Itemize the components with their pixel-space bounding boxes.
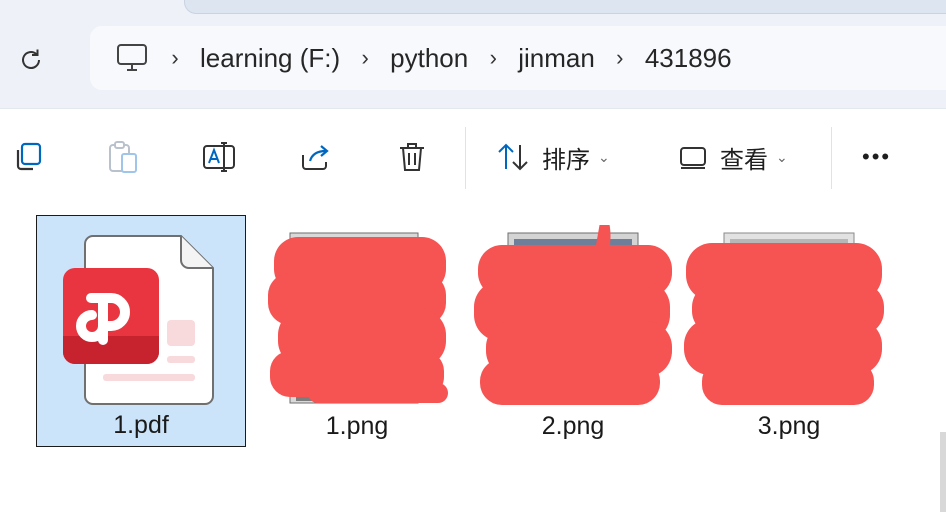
chevron-right-icon[interactable]: ›	[595, 45, 645, 71]
delete-button[interactable]	[396, 133, 428, 181]
image-thumbnail	[474, 225, 672, 405]
chevron-down-icon: ⌄	[598, 148, 610, 165]
chevron-right-icon[interactable]: ›	[150, 45, 200, 71]
file-name: 1.png	[325, 412, 389, 440]
partial-file-item	[940, 432, 946, 512]
file-name: 2.png	[541, 412, 605, 440]
file-name: 1.pdf	[113, 411, 169, 439]
file-item[interactable]: 2.png	[468, 215, 678, 447]
chevron-right-icon[interactable]: ›	[468, 45, 518, 71]
address-bar[interactable]: › learning (F:) › python › jinman › 4318…	[90, 26, 946, 90]
paste-icon	[109, 141, 137, 173]
copy-icon	[16, 142, 42, 171]
breadcrumb-jinman[interactable]: jinman	[518, 43, 595, 74]
pdf-file-icon	[63, 235, 214, 405]
file-item[interactable]: 1.pdf	[36, 215, 246, 447]
breadcrumb-431896[interactable]: 431896	[645, 43, 732, 74]
rename-button[interactable]	[202, 133, 238, 181]
sort-button[interactable]: 排序 ⌄	[496, 133, 610, 181]
more-icon: •••	[862, 144, 892, 169]
copy-button[interactable]	[12, 133, 44, 181]
sort-icon	[498, 143, 528, 171]
toolbar-divider	[831, 127, 832, 189]
chevron-right-icon[interactable]: ›	[340, 45, 390, 71]
more-options-button[interactable]: •••	[862, 133, 891, 181]
sort-label: 排序	[542, 146, 590, 174]
rename-icon	[203, 142, 235, 172]
image-thumbnail	[684, 232, 884, 405]
share-button[interactable]	[300, 133, 334, 181]
file-name: 3.png	[757, 412, 821, 440]
breadcrumb-python[interactable]: python	[390, 43, 468, 74]
view-label: 查看	[720, 146, 768, 174]
file-item[interactable]: 1.png	[252, 215, 462, 447]
trash-icon	[400, 143, 424, 171]
refresh-icon	[22, 49, 40, 69]
redaction-mark	[268, 237, 448, 403]
breadcrumb-learning[interactable]: learning (F:)	[200, 43, 340, 74]
share-icon	[302, 145, 329, 170]
file-list: 1.pdf 1.png 2.png 3.png	[0, 204, 946, 512]
redaction-mark	[474, 225, 672, 405]
tab-strip-edge	[184, 0, 946, 14]
navigation-bar: › learning (F:) › python › jinman › 4318…	[0, 0, 946, 108]
redaction-mark	[684, 243, 884, 405]
refresh-button[interactable]	[14, 43, 48, 77]
view-button[interactable]: 查看 ⌄	[678, 133, 788, 181]
image-thumbnail	[268, 232, 448, 404]
toolbar-divider	[465, 127, 466, 189]
view-icon	[680, 147, 706, 169]
this-pc-icon[interactable]	[114, 40, 150, 76]
paste-button[interactable]	[106, 133, 138, 181]
command-bar: 排序 ⌄ 查看 ⌄ •••	[0, 108, 946, 206]
file-item[interactable]: 3.png	[684, 215, 894, 447]
chevron-down-icon: ⌄	[776, 148, 788, 165]
